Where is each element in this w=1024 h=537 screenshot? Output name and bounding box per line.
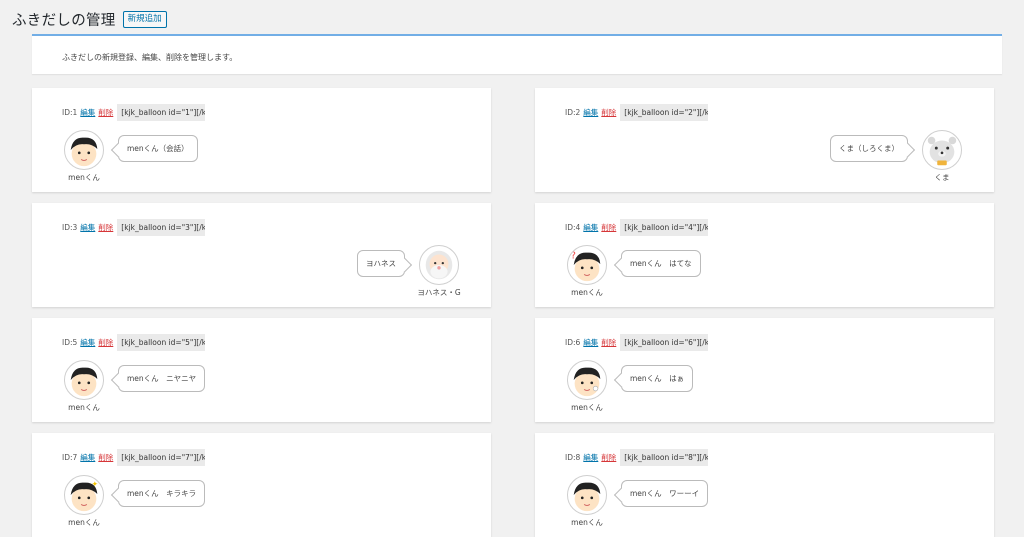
- edit-link[interactable]: 編集: [80, 107, 95, 118]
- balloon-card: ID:4 編集 削除 [kjk_balloon id="4"][/kjk? menくん m…: [535, 203, 994, 307]
- card-header: ID:2 編集 削除 [kjk_balloon id="2"][/kjk: [565, 104, 709, 121]
- balloon-id: ID:7: [62, 453, 78, 462]
- shortcode-field[interactable]: [kjk_balloon id="2"][/kjk: [620, 104, 709, 121]
- shortcode-field[interactable]: [kjk_balloon id="7"][/kjk: [117, 449, 206, 466]
- delete-link[interactable]: 削除: [98, 107, 113, 118]
- balloon-card: ID:5 編集 削除 [kjk_balloon id="5"][/kjk menくん me…: [32, 318, 491, 422]
- shortcode-field[interactable]: [kjk_balloon id="8"][/kjk: [620, 449, 709, 466]
- card-header: ID:3 編集 削除 [kjk_balloon id="3"][/kjk: [62, 219, 206, 236]
- speaker: くま: [920, 130, 964, 183]
- balloon-preview: くま くま（しろくま）: [830, 130, 964, 183]
- men-sigh-icon: [567, 360, 607, 400]
- balloon-card: ID:1 編集 削除 [kjk_balloon id="1"][/kjk menくん me…: [32, 88, 491, 192]
- speaker-name: menくん: [571, 288, 603, 297]
- shortcode-field[interactable]: [kjk_balloon id="5"][/kjk: [117, 334, 206, 351]
- old-man-icon: [419, 245, 459, 285]
- speaker: menくん: [565, 360, 609, 413]
- speaker-name: menくん: [571, 518, 603, 527]
- shortcode-field[interactable]: [kjk_balloon id="3"][/kjk: [117, 219, 206, 236]
- delete-link[interactable]: 削除: [601, 337, 616, 348]
- men-icon: [64, 130, 104, 170]
- balloon-preview: ✦ menくん menくん キラキラ: [62, 475, 206, 528]
- speech-bubble: くま（しろくま）: [830, 135, 908, 162]
- page-header: ふきだしの管理 新規追加: [12, 9, 167, 30]
- delete-link[interactable]: 削除: [98, 452, 113, 463]
- balloon-preview: menくん menくん ワーーイ: [565, 475, 709, 528]
- speaker: ? menくん: [565, 245, 609, 298]
- card-header: ID:5 編集 削除 [kjk_balloon id="5"][/kjk: [62, 334, 206, 351]
- balloon-card: ID:7 編集 削除 [kjk_balloon id="7"][/kjk ✦ menくん m…: [32, 433, 491, 537]
- men-sparkle-icon: ✦: [64, 475, 104, 515]
- speaker-name: menくん: [571, 403, 603, 412]
- notice-box: ふきだしの新規登録、編集、削除を管理します。: [32, 34, 1002, 74]
- speech-bubble: menくん ニヤニヤ: [118, 365, 206, 392]
- edit-link[interactable]: 編集: [80, 222, 95, 233]
- speaker-name: くま: [934, 173, 950, 182]
- card-header: ID:1 編集 削除 [kjk_balloon id="1"][/kjk: [62, 104, 206, 121]
- balloon-preview: ヨハネス・G ヨハネス: [357, 245, 461, 298]
- edit-link[interactable]: 編集: [80, 337, 95, 348]
- balloon-card: ID:8 編集 削除 [kjk_balloon id="8"][/kjk menくん me…: [535, 433, 994, 537]
- speaker: ✦ menくん: [62, 475, 106, 528]
- card-header: ID:6 編集 削除 [kjk_balloon id="6"][/kjk: [565, 334, 709, 351]
- balloon-id: ID:8: [565, 453, 581, 462]
- shortcode-field[interactable]: [kjk_balloon id="6"][/kjk: [620, 334, 709, 351]
- edit-link[interactable]: 編集: [583, 337, 598, 348]
- speaker-name: menくん: [68, 173, 100, 182]
- polar-bear-icon: [922, 130, 962, 170]
- delete-link[interactable]: 削除: [98, 222, 113, 233]
- speech-bubble: menくん ワーーイ: [621, 480, 709, 507]
- men-grin-icon: [64, 360, 104, 400]
- speaker-name: menくん: [68, 403, 100, 412]
- balloon-id: ID:6: [565, 338, 581, 347]
- speech-bubble: menくん（会話）: [118, 135, 198, 162]
- shortcode-field[interactable]: [kjk_balloon id="4"][/kjk: [620, 219, 709, 236]
- balloon-id: ID:1: [62, 108, 78, 117]
- speaker: menくん: [62, 360, 106, 413]
- svg-text:✦: ✦: [92, 479, 99, 488]
- men-cheer-icon: [567, 475, 607, 515]
- delete-link[interactable]: 削除: [98, 337, 113, 348]
- delete-link[interactable]: 削除: [601, 452, 616, 463]
- card-header: ID:4 編集 削除 [kjk_balloon id="4"][/kjk: [565, 219, 709, 236]
- balloon-card: ID:3 編集 削除 [kjk_balloon id="3"][/kjk ヨハネス・G ヨ…: [32, 203, 491, 307]
- edit-link[interactable]: 編集: [583, 452, 598, 463]
- balloon-id: ID:4: [565, 223, 581, 232]
- balloon-preview: ? menくん menくん はてな: [565, 245, 701, 298]
- card-header: ID:8 編集 削除 [kjk_balloon id="8"][/kjk: [565, 449, 709, 466]
- men-question-icon: ?: [567, 245, 607, 285]
- speech-bubble: menくん はてな: [621, 250, 701, 277]
- speech-bubble: menくん はぁ: [621, 365, 694, 392]
- speaker: menくん: [565, 475, 609, 528]
- balloon-id: ID:3: [62, 223, 78, 232]
- balloon-id: ID:2: [565, 108, 581, 117]
- balloon-card: ID:6 編集 削除 [kjk_balloon id="6"][/kjk menくん me…: [535, 318, 994, 422]
- notice-text: ふきだしの新規登録、編集、削除を管理します。: [62, 53, 238, 62]
- speech-bubble: menくん キラキラ: [118, 480, 206, 507]
- balloon-preview: menくん menくん はぁ: [565, 360, 694, 413]
- svg-text:?: ?: [571, 250, 576, 261]
- edit-link[interactable]: 編集: [583, 222, 598, 233]
- speaker: ヨハネス・G: [417, 245, 461, 298]
- shortcode-field[interactable]: [kjk_balloon id="1"][/kjk: [117, 104, 206, 121]
- card-header: ID:7 編集 削除 [kjk_balloon id="7"][/kjk: [62, 449, 206, 466]
- balloon-preview: menくん menくん ニヤニヤ: [62, 360, 206, 413]
- speaker-name: ヨハネス・G: [417, 288, 461, 297]
- speech-bubble: ヨハネス: [357, 250, 405, 277]
- delete-link[interactable]: 削除: [601, 222, 616, 233]
- speaker-name: menくん: [68, 518, 100, 527]
- delete-link[interactable]: 削除: [601, 107, 616, 118]
- page-title: ふきだしの管理: [12, 13, 116, 29]
- edit-link[interactable]: 編集: [80, 452, 95, 463]
- speaker: menくん: [62, 130, 106, 183]
- add-new-button[interactable]: 新規追加: [122, 11, 167, 28]
- balloon-id: ID:5: [62, 338, 78, 347]
- balloon-preview: menくん menくん（会話）: [62, 130, 198, 183]
- edit-link[interactable]: 編集: [583, 107, 598, 118]
- balloon-card: ID:2 編集 削除 [kjk_balloon id="2"][/kjk くま くま（しろ…: [535, 88, 994, 192]
